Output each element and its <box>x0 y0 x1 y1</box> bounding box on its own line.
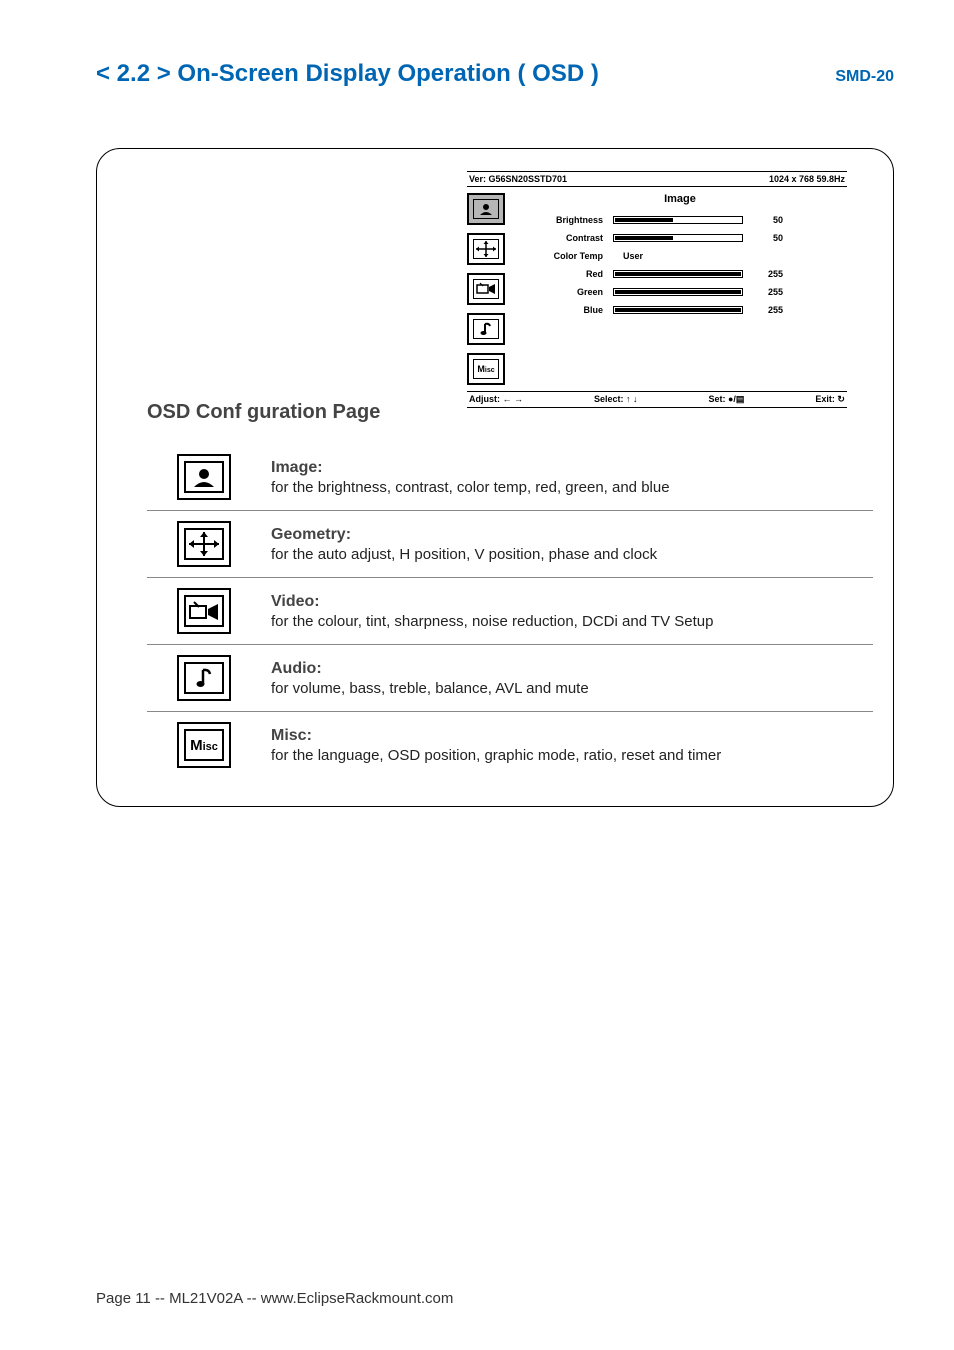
def-desc: for volume, bass, treble, balance, AVL a… <box>271 680 589 697</box>
content-panel: Ver: G56SN20SSTD701 1024 x 768 59.8Hz <box>96 148 894 807</box>
def-title: Image: <box>271 459 670 477</box>
def-desc: for the colour, tint, sharpness, noise r… <box>271 613 713 630</box>
osd-preview: Ver: G56SN20SSTD701 1024 x 768 59.8Hz <box>467 171 847 408</box>
def-title: Video: <box>271 593 713 611</box>
model-label: SMD-20 <box>835 68 894 86</box>
misc-icon: Misc <box>467 353 505 385</box>
misc-icon: Misc <box>177 722 231 768</box>
osd-row-contrast: Contrast 50 <box>513 233 847 243</box>
osd-row-red: Red 255 <box>513 269 847 279</box>
def-row-audio: Audio: for volume, bass, treble, balance… <box>147 645 873 712</box>
audio-icon <box>177 655 231 701</box>
image-icon <box>177 454 231 500</box>
geometry-icon <box>177 521 231 567</box>
def-desc: for the auto adjust, H position, V posit… <box>271 546 657 563</box>
def-row-geometry: Geometry: for the auto adjust, H positio… <box>147 511 873 578</box>
osd-hint-exit: Exit: ↻ <box>815 394 845 405</box>
osd-category-label: Image <box>513 193 847 205</box>
slider-bar <box>613 288 743 296</box>
osd-version: Ver: G56SN20SSTD701 <box>469 174 567 184</box>
image-icon <box>467 193 505 225</box>
video-icon <box>177 588 231 634</box>
osd-hint-select: Select: ↑ ↓ <box>594 394 638 405</box>
osd-hint-set: Set: ●/▤ <box>708 394 744 405</box>
osd-resolution: 1024 x 768 59.8Hz <box>769 174 845 184</box>
def-desc: for the language, OSD position, graphic … <box>271 747 721 764</box>
def-row-image: Image: for the brightness, contrast, col… <box>147 444 873 511</box>
def-desc: for the brightness, contrast, color temp… <box>271 479 670 496</box>
def-row-misc: Misc Misc: for the language, OSD positio… <box>147 712 873 778</box>
audio-icon <box>467 313 505 345</box>
osd-tab-icons: Misc <box>467 191 505 385</box>
geometry-icon <box>467 233 505 265</box>
osd-hint-adjust: Adjust: ← → <box>469 394 523 405</box>
video-icon <box>467 273 505 305</box>
def-title: Audio: <box>271 660 589 678</box>
osd-row-brightness: Brightness 50 <box>513 215 847 225</box>
slider-bar <box>613 270 743 278</box>
page-footer: Page 11 -- ML21V02A -- www.EclipseRackmo… <box>96 1290 453 1307</box>
osd-row-colortemp: Color Temp User <box>513 251 847 261</box>
osd-row-green: Green 255 <box>513 287 847 297</box>
osd-row-blue: Blue 255 <box>513 305 847 315</box>
section-title: < 2.2 > On-Screen Display Operation ( OS… <box>96 60 599 88</box>
def-row-video: Video: for the colour, tint, sharpness, … <box>147 578 873 645</box>
def-title: Geometry: <box>271 526 657 544</box>
def-title: Misc: <box>271 727 721 745</box>
slider-bar <box>613 306 743 314</box>
slider-bar <box>613 216 743 224</box>
slider-bar <box>613 234 743 242</box>
